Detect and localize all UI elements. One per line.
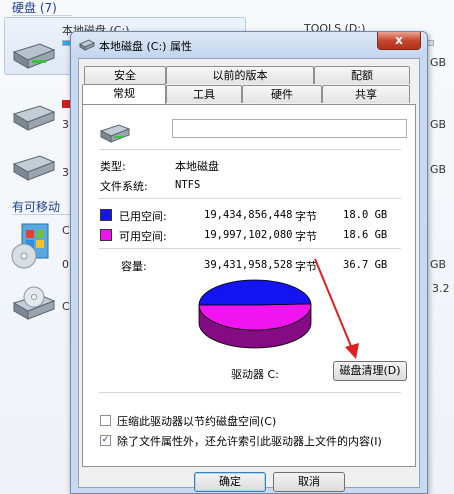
drive-icon xyxy=(99,124,131,143)
drive-size-unit: GB xyxy=(430,163,447,176)
separator xyxy=(99,392,401,393)
tab-hardware[interactable]: 硬件 xyxy=(242,85,322,103)
tab-previous-versions[interactable]: 以前的版本 xyxy=(166,66,314,84)
row-letter: C xyxy=(62,224,70,237)
drive-size-unit: GB xyxy=(430,258,447,271)
row-letter: 3 xyxy=(62,166,69,179)
separator xyxy=(99,248,401,249)
drive-title-icon xyxy=(79,39,95,51)
tab-sharing[interactable]: 共享 xyxy=(322,85,410,103)
dvd-drive-icon[interactable] xyxy=(10,285,56,325)
used-space-swatch xyxy=(100,209,112,221)
drive-size-unit: GB xyxy=(430,56,447,69)
close-button[interactable]: x xyxy=(377,32,421,50)
windows-disc-icon[interactable] xyxy=(10,222,56,272)
checkmark-icon: ✓ xyxy=(101,435,110,445)
free-space-label: 可用空间: xyxy=(119,230,167,243)
index-checkbox[interactable]: ✓ xyxy=(100,435,111,446)
file-system-value: NTFS xyxy=(175,179,201,191)
general-tab-page: 类型: 本地磁盘 文件系统: NTFS 已用空间: 19,434,856,448… xyxy=(82,104,416,467)
dialog-title: 本地磁盘 (C:) 属性 xyxy=(99,40,192,53)
tab-quota[interactable]: 配额 xyxy=(314,66,410,84)
disk-cleanup-button[interactable]: 磁盘清理(D) xyxy=(333,361,407,381)
row-letter: C xyxy=(62,300,70,313)
file-system-label: 文件系统: xyxy=(100,180,148,193)
capacity-label: 容量: xyxy=(121,260,147,273)
pie-slice-used xyxy=(198,279,312,306)
disk-usage-pie xyxy=(198,279,312,349)
tab-security[interactable]: 安全 xyxy=(84,66,166,84)
hard-drive-icon[interactable] xyxy=(10,150,56,184)
removable-size-text: 3.2 U xyxy=(432,282,454,295)
properties-dialog: 本地磁盘 (C:) 属性 x 安全 以前的版本 配额 常规 工具 硬件 共享 类… xyxy=(70,31,428,494)
volume-name-input[interactable] xyxy=(172,119,407,138)
dialog-client-area: 安全 以前的版本 配额 常规 工具 硬件 共享 类型: 本地磁盘 文件系统: N… xyxy=(78,58,420,492)
dialog-titlebar[interactable]: 本地磁盘 (C:) 属性 x xyxy=(71,32,427,58)
compress-label: 压缩此驱动器以节约磁盘空间(C) xyxy=(117,415,277,428)
type-label: 类型: xyxy=(100,160,126,173)
tab-general[interactable]: 常规 xyxy=(82,84,166,104)
drive-usage-bar xyxy=(62,100,70,108)
used-space-label: 已用空间: xyxy=(119,210,167,223)
drive-size-unit: GB xyxy=(430,118,447,131)
row-letter: 0 xyxy=(62,258,69,271)
separator xyxy=(99,149,401,150)
hard-drive-icon[interactable] xyxy=(10,38,56,72)
used-space-unit: 字节 xyxy=(295,210,317,223)
hard-disks-header[interactable]: 硬盘 (7) xyxy=(12,0,72,16)
row-letter: 3 xyxy=(62,118,69,131)
compress-checkbox[interactable] xyxy=(100,415,111,426)
annotation-arrow xyxy=(314,258,359,359)
free-space-unit: 字节 xyxy=(295,230,317,243)
separator xyxy=(99,198,401,199)
capacity-bytes: 39,431,958,528 xyxy=(204,259,293,271)
used-space-gb: 18.0 GB xyxy=(343,209,388,221)
cancel-button[interactable]: 取消 xyxy=(273,472,345,492)
removable-storage-header[interactable]: 有可移动 xyxy=(12,198,73,215)
free-space-bytes: 19,997,102,080 xyxy=(204,229,293,241)
tab-tools[interactable]: 工具 xyxy=(166,85,242,103)
type-value: 本地磁盘 xyxy=(175,160,219,173)
ok-button[interactable]: 确定 xyxy=(194,472,266,492)
hard-drive-icon[interactable] xyxy=(10,100,56,134)
drive-letter-label: 驱动器 C: xyxy=(231,368,279,381)
free-space-swatch xyxy=(100,229,112,241)
used-space-bytes: 19,434,856,448 xyxy=(204,209,293,221)
free-space-gb: 18.6 GB xyxy=(343,229,388,241)
index-label: 除了文件属性外，还允许索引此驱动器上文件的内容(I) xyxy=(117,435,382,448)
